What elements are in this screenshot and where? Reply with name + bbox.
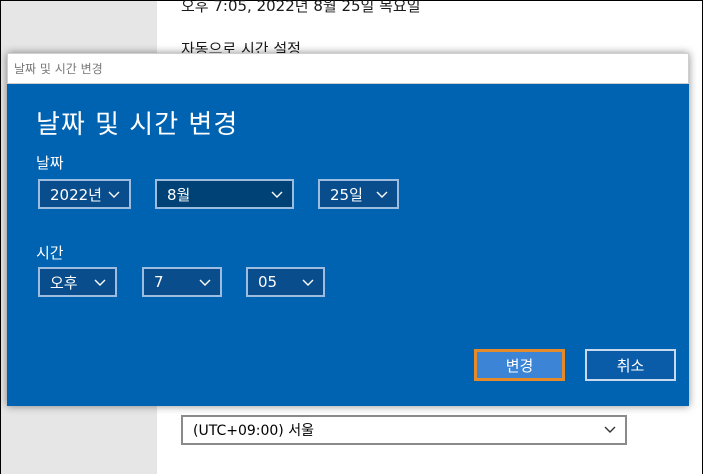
date-label: 날짜 (36, 154, 64, 172)
month-value: 8월 (167, 185, 191, 204)
change-date-time-dialog: 날짜 및 시간 변경 날짜 및 시간 변경 날짜 2022년 8월 25일 시간… (7, 53, 689, 406)
minute-dropdown[interactable]: 05 (246, 267, 325, 297)
current-date-time: 오후 7:05, 2022년 8월 25일 목요일 (181, 0, 421, 15)
chevron-down-icon (301, 276, 315, 294)
chevron-down-icon (375, 188, 389, 206)
change-button[interactable]: 변경 (474, 349, 565, 381)
chevron-down-icon (198, 276, 212, 294)
dialog-body: 날짜 및 시간 변경 날짜 2022년 8월 25일 시간 오후 7 05 변경… (7, 84, 689, 406)
dialog-titlebar: 날짜 및 시간 변경 (7, 53, 689, 84)
timezone-select[interactable]: (UTC+09:00) 서울 (181, 415, 627, 445)
year-dropdown[interactable]: 2022년 (38, 179, 131, 209)
chevron-down-icon (93, 276, 107, 294)
chevron-down-icon (603, 423, 617, 441)
timezone-value: (UTC+09:00) 서울 (193, 423, 314, 439)
minute-value: 05 (258, 273, 278, 291)
ampm-value: 오후 (50, 273, 78, 292)
day-value: 25일 (330, 185, 363, 204)
day-dropdown[interactable]: 25일 (318, 179, 399, 209)
month-dropdown[interactable]: 8월 (155, 179, 294, 209)
dialog-heading: 날짜 및 시간 변경 (36, 110, 239, 140)
ampm-dropdown[interactable]: 오후 (38, 267, 117, 297)
time-label: 시간 (36, 244, 64, 262)
hour-dropdown[interactable]: 7 (142, 267, 222, 297)
chevron-down-icon (107, 188, 121, 206)
hour-value: 7 (154, 273, 164, 291)
chevron-down-icon (270, 188, 284, 206)
cancel-button[interactable]: 취소 (585, 349, 676, 381)
year-value: 2022년 (50, 185, 102, 204)
